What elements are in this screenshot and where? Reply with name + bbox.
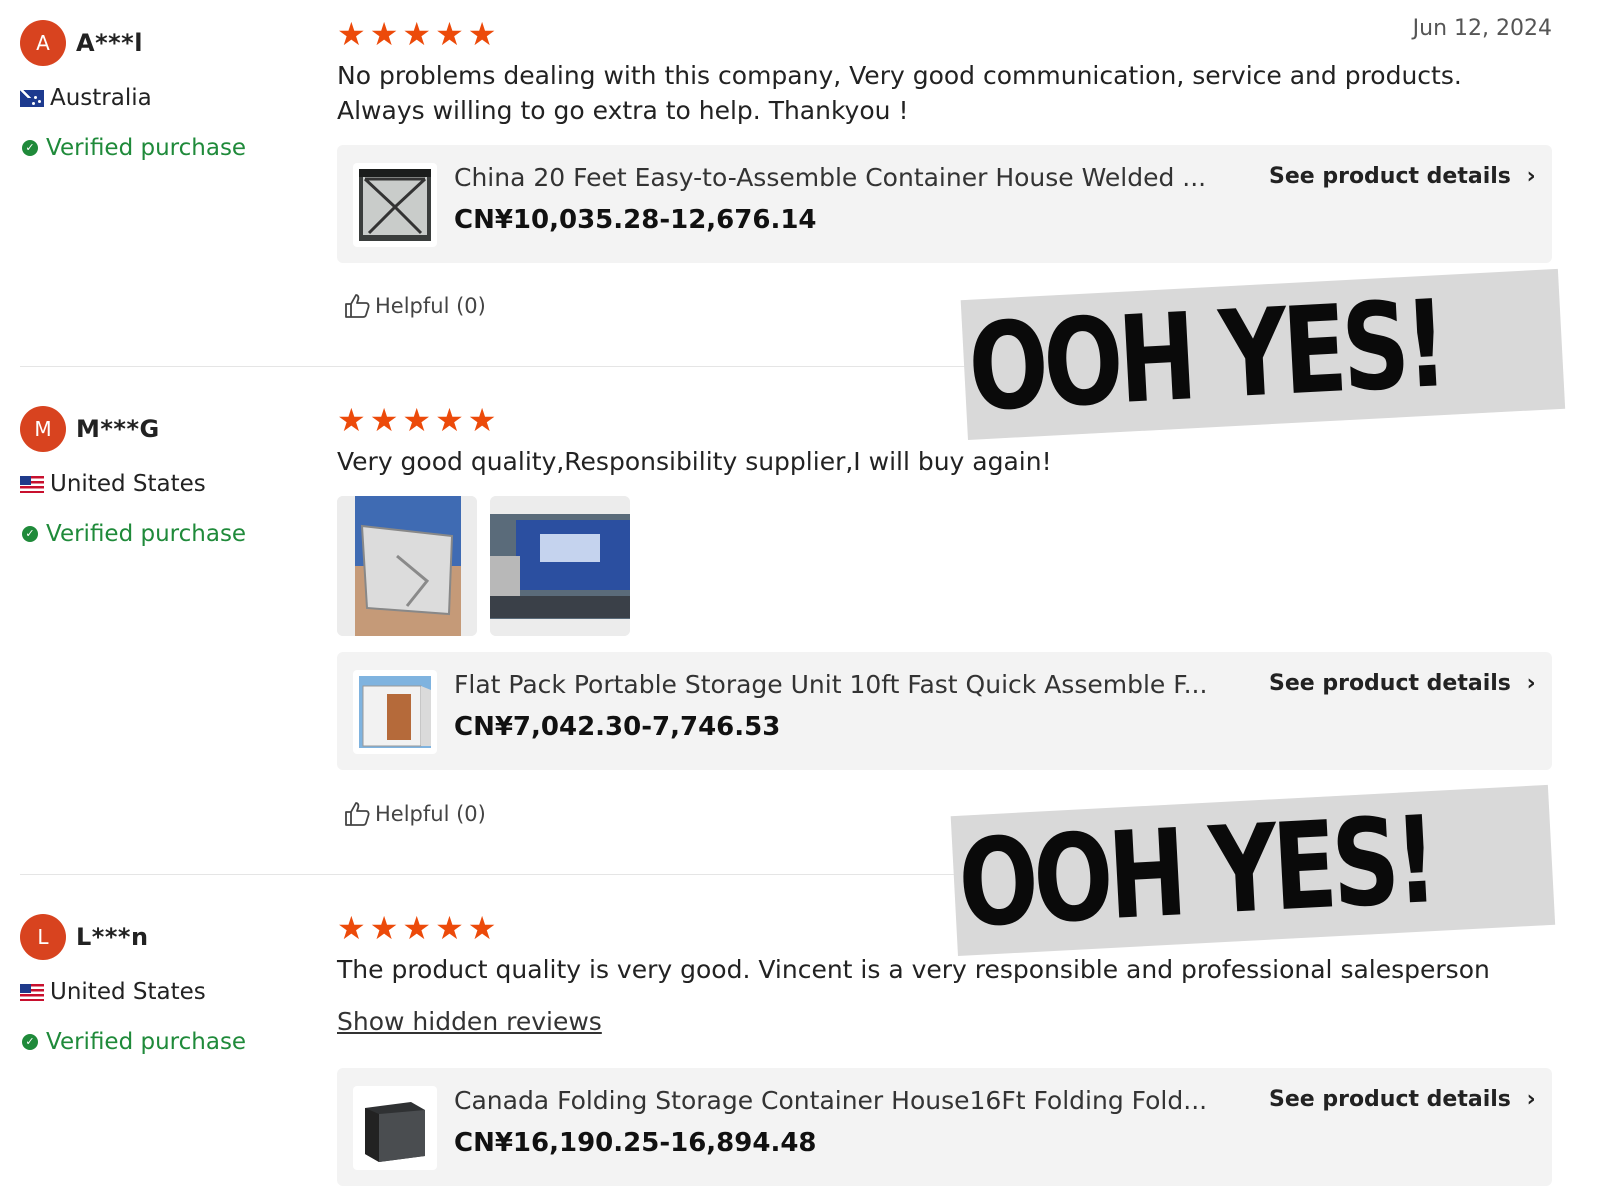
- star-icon: ★: [435, 15, 464, 53]
- product-title[interactable]: China 20 Feet Easy-to-Assemble Container…: [454, 163, 1206, 192]
- star-icon: ★: [402, 15, 432, 53]
- reviewer-country: United States: [50, 471, 206, 497]
- chevron-right-icon: ›: [1526, 164, 1536, 189]
- chevron-right-icon: ›: [1526, 671, 1536, 696]
- star-rating: ★ ★ ★ ★ ★: [337, 404, 496, 436]
- star-icon: ★: [435, 909, 464, 947]
- reviewer-country: Australia: [50, 85, 152, 111]
- helpful-button[interactable]: Helpful (0): [343, 292, 486, 320]
- see-product-details-label: See product details: [1269, 1087, 1511, 1112]
- star-rating: ★ ★ ★ ★ ★: [337, 912, 496, 944]
- see-product-details-label: See product details: [1269, 671, 1511, 696]
- container-frame-image: [359, 169, 431, 241]
- australia-flag-icon: [20, 89, 44, 107]
- product-title[interactable]: Flat Pack Portable Storage Unit 10ft Fas…: [454, 670, 1207, 699]
- helpful-label: Helpful (0): [375, 294, 486, 318]
- product-price: CN¥16,190.25-16,894.48: [454, 1128, 817, 1158]
- review-photo[interactable]: [490, 496, 630, 636]
- sticker-text: OOH YES!: [955, 791, 1437, 955]
- see-product-details-link[interactable]: See product details ›: [1269, 1087, 1536, 1112]
- verified-check-icon: ✓: [22, 140, 38, 156]
- avatar: M: [20, 406, 66, 452]
- star-rating: ★ ★ ★ ★ ★: [337, 18, 496, 50]
- reviewer-name: M***G: [76, 415, 160, 443]
- verified-label: Verified purchase: [46, 521, 247, 547]
- helpful-button[interactable]: Helpful (0): [343, 800, 486, 828]
- reviewer-name: L***n: [76, 923, 149, 951]
- product-card[interactable]: Canada Folding Storage Container House16…: [337, 1068, 1552, 1186]
- review-text: No problems dealing with this company, V…: [337, 61, 1462, 125]
- product-thumbnail[interactable]: [353, 163, 437, 247]
- star-icon: ★: [337, 401, 366, 439]
- star-icon: ★: [369, 909, 399, 947]
- star-icon: ★: [369, 15, 399, 53]
- review-photo[interactable]: [337, 496, 477, 636]
- star-icon: ★: [435, 401, 464, 439]
- truck-photo: [490, 496, 630, 636]
- chevron-right-icon: ›: [1526, 1087, 1536, 1112]
- reviewer-name: A***l: [76, 29, 143, 57]
- product-price: CN¥10,035.28-12,676.14: [454, 205, 817, 235]
- storage-unit-image: [359, 676, 431, 748]
- verified-check-icon: ✓: [22, 1034, 38, 1050]
- review-item: L L***n United States ✓ Verified purchas…: [0, 894, 1600, 1202]
- verified-check-icon: ✓: [22, 526, 38, 542]
- product-price: CN¥7,042.30-7,746.53: [454, 712, 781, 742]
- reviewer-info: M M***G United States ✓ Verified purchas…: [20, 404, 320, 554]
- sticker-text: OOH YES!: [965, 275, 1447, 439]
- star-icon: ★: [402, 401, 432, 439]
- thumbs-up-icon: [345, 802, 370, 826]
- see-product-details-link[interactable]: See product details ›: [1269, 164, 1536, 189]
- thumbs-up-icon: [345, 294, 370, 318]
- container-photo: [337, 496, 477, 636]
- reviewer-country: United States: [50, 979, 206, 1005]
- product-thumbnail[interactable]: [353, 670, 437, 754]
- see-product-details-label: See product details: [1269, 164, 1511, 189]
- product-title[interactable]: Canada Folding Storage Container House16…: [454, 1086, 1207, 1115]
- avatar: L: [20, 914, 66, 960]
- review-text: Very good quality,Responsibility supplie…: [337, 447, 1052, 476]
- folding-container-image: [359, 1092, 431, 1164]
- verified-label: Verified purchase: [46, 1029, 247, 1055]
- united-states-flag-icon: [20, 475, 44, 493]
- star-icon: ★: [467, 909, 497, 947]
- review-text: The product quality is very good. Vincen…: [337, 955, 1490, 984]
- helpful-label: Helpful (0): [375, 802, 486, 826]
- reviewer-info: L L***n United States ✓ Verified purchas…: [20, 912, 320, 1062]
- star-icon: ★: [467, 15, 497, 53]
- product-card[interactable]: Flat Pack Portable Storage Unit 10ft Fas…: [337, 652, 1552, 770]
- star-icon: ★: [369, 401, 399, 439]
- star-icon: ★: [337, 909, 366, 947]
- see-product-details-link[interactable]: See product details ›: [1269, 671, 1536, 696]
- reviews-page: A A***l Australia ✓ Verified purchase ★ …: [0, 0, 1600, 1202]
- product-card[interactable]: China 20 Feet Easy-to-Assemble Container…: [337, 145, 1552, 263]
- product-thumbnail[interactable]: [353, 1086, 437, 1170]
- verified-label: Verified purchase: [46, 135, 247, 161]
- star-icon: ★: [337, 15, 366, 53]
- star-icon: ★: [467, 401, 497, 439]
- united-states-flag-icon: [20, 983, 44, 1001]
- reviewer-info: A A***l Australia ✓ Verified purchase: [20, 18, 320, 168]
- star-icon: ★: [402, 909, 432, 947]
- review-date: Jun 12, 2024: [1412, 16, 1552, 41]
- show-hidden-reviews-link[interactable]: Show hidden reviews: [337, 1007, 602, 1036]
- avatar: A: [20, 20, 66, 66]
